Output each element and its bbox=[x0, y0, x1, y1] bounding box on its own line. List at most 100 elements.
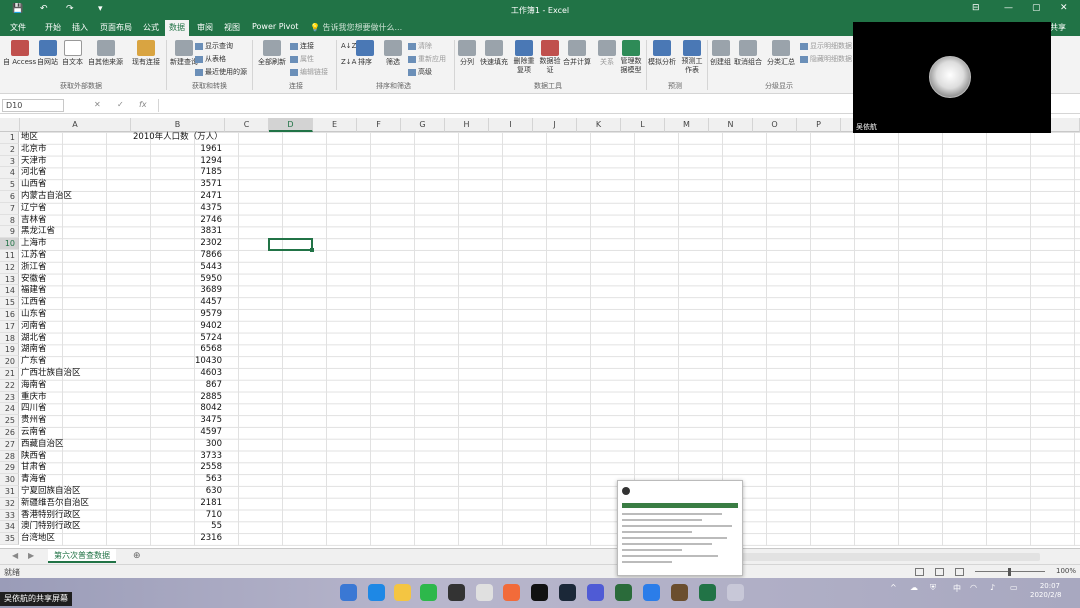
column-header-o[interactable]: O bbox=[753, 118, 797, 132]
start-icon[interactable] bbox=[340, 584, 357, 601]
window-preview-thumbnail[interactable] bbox=[617, 480, 743, 576]
column-header-d[interactable]: D bbox=[269, 118, 313, 132]
row-header[interactable]: 25 bbox=[0, 415, 19, 427]
column-header-h[interactable]: H bbox=[445, 118, 489, 132]
from-web-button[interactable]: 自网站 bbox=[37, 40, 58, 67]
from-access-button[interactable]: 自 Access bbox=[3, 40, 36, 67]
consolidate-button[interactable]: 合并计算 bbox=[563, 40, 591, 67]
column-header-m[interactable]: M bbox=[665, 118, 709, 132]
volume-icon[interactable]: ♪ bbox=[990, 583, 995, 592]
cell-region[interactable]: 山西省 bbox=[21, 179, 47, 191]
cell-population[interactable]: 3571 bbox=[131, 179, 222, 191]
column-header-p[interactable]: P bbox=[797, 118, 841, 132]
cancel-icon[interactable]: ✕ bbox=[94, 100, 101, 109]
column-header-f[interactable]: F bbox=[357, 118, 401, 132]
filter-button[interactable]: 筛选 bbox=[384, 40, 402, 67]
cell-region[interactable]: 河南省 bbox=[21, 321, 47, 333]
cell-population[interactable]: 3689 bbox=[131, 285, 222, 297]
data-validation-button[interactable]: 数据验证 bbox=[538, 40, 562, 75]
row-header[interactable]: 30 bbox=[0, 474, 19, 486]
column-header-e[interactable]: E bbox=[313, 118, 357, 132]
qq-icon[interactable] bbox=[448, 584, 465, 601]
cell-population[interactable]: 8042 bbox=[131, 403, 222, 415]
row-header[interactable]: 9 bbox=[0, 226, 19, 239]
file-explorer-icon[interactable] bbox=[394, 584, 411, 601]
group-button[interactable]: 创建组 bbox=[710, 40, 731, 67]
row-header[interactable]: 11 bbox=[0, 250, 19, 262]
cell-population[interactable]: 4603 bbox=[131, 368, 222, 380]
cell-population[interactable]: 300 bbox=[131, 439, 222, 451]
show-queries-button[interactable]: 显示查询 bbox=[195, 41, 233, 51]
cell-population[interactable]: 5443 bbox=[131, 262, 222, 274]
connections-button[interactable]: 连接 bbox=[290, 41, 314, 51]
cell-population[interactable]: 2302 bbox=[131, 238, 222, 250]
row-header[interactable]: 12 bbox=[0, 261, 19, 274]
properties-button[interactable]: 属性 bbox=[290, 54, 314, 64]
cell-region[interactable]: 内蒙古自治区 bbox=[21, 191, 72, 203]
restore-icon[interactable]: ▢ bbox=[1032, 3, 1041, 13]
row-header[interactable]: 35 bbox=[0, 533, 19, 545]
cell-population[interactable]: 7185 bbox=[131, 167, 222, 179]
relationships-button[interactable]: 关系 bbox=[598, 40, 616, 67]
cell-region[interactable]: 海南省 bbox=[21, 380, 47, 392]
row-header[interactable]: 4 bbox=[0, 167, 19, 180]
sort-za-icon[interactable]: Z↓A bbox=[341, 58, 356, 66]
row-header[interactable]: 14 bbox=[0, 285, 19, 298]
tab-page-layout[interactable]: 页面布局 bbox=[100, 22, 132, 33]
app-icon[interactable] bbox=[587, 584, 604, 601]
column-header-k[interactable]: K bbox=[577, 118, 621, 132]
text-to-columns-button[interactable]: 分列 bbox=[458, 40, 476, 67]
cell-region[interactable]: 新疆维吾尔自治区 bbox=[21, 498, 89, 510]
add-sheet-icon[interactable]: ⊕ bbox=[133, 551, 141, 561]
cell-region[interactable]: 宁夏回族自治区 bbox=[21, 486, 81, 498]
subtotal-button[interactable]: 分类汇总 bbox=[767, 40, 795, 67]
clear-filter-button[interactable]: 清除 bbox=[408, 41, 432, 51]
excel-icon[interactable] bbox=[699, 584, 716, 601]
row-header[interactable]: 3 bbox=[0, 155, 19, 168]
cell-population[interactable]: 7866 bbox=[131, 250, 222, 262]
from-table-button[interactable]: 从表格 bbox=[195, 54, 226, 64]
cell-region[interactable]: 西藏自治区 bbox=[21, 439, 64, 451]
tab-review[interactable]: 审阅 bbox=[197, 22, 213, 33]
cell-region[interactable]: 上海市 bbox=[21, 238, 47, 250]
cell-population[interactable]: 6568 bbox=[131, 344, 222, 356]
cell-population[interactable]: 3475 bbox=[131, 415, 222, 427]
column-header-n[interactable]: N bbox=[709, 118, 753, 132]
cell-population[interactable]: 4457 bbox=[131, 297, 222, 309]
cell-region[interactable]: 云南省 bbox=[21, 427, 47, 439]
wifi-icon[interactable]: ◠ bbox=[970, 583, 977, 592]
from-text-button[interactable]: 自文本 bbox=[62, 40, 83, 67]
cell-region[interactable]: 江苏省 bbox=[21, 250, 47, 262]
app-icon[interactable] bbox=[476, 584, 493, 601]
enter-icon[interactable]: ✓ bbox=[117, 100, 124, 109]
tab-data[interactable]: 数据 bbox=[165, 20, 189, 36]
edit-links-button[interactable]: 编辑链接 bbox=[290, 67, 328, 77]
pycharm-icon[interactable] bbox=[615, 584, 632, 601]
cell-population[interactable]: 10430 bbox=[131, 356, 222, 368]
cell-population[interactable]: 2558 bbox=[131, 462, 222, 474]
cell-region[interactable]: 浙江省 bbox=[21, 262, 47, 274]
steam-icon[interactable] bbox=[559, 584, 576, 601]
column-header-g[interactable]: G bbox=[401, 118, 445, 132]
cell-population[interactable]: 1961 bbox=[131, 144, 222, 156]
row-header[interactable]: 5 bbox=[0, 179, 19, 191]
next-sheet-icon[interactable]: ▶ bbox=[28, 551, 34, 560]
advanced-filter-button[interactable]: 高级 bbox=[408, 67, 432, 77]
cell-region[interactable]: 重庆市 bbox=[21, 392, 47, 404]
tab-insert[interactable]: 插入 bbox=[72, 22, 88, 33]
app-icon[interactable] bbox=[503, 584, 520, 601]
row-header[interactable]: 19 bbox=[0, 344, 19, 357]
row-header[interactable]: 8 bbox=[0, 214, 19, 227]
column-header-c[interactable]: C bbox=[225, 118, 269, 132]
cell-region[interactable]: 福建省 bbox=[21, 285, 47, 297]
share-button[interactable]: 共享 bbox=[1050, 22, 1066, 33]
row-header[interactable]: 32 bbox=[0, 497, 19, 510]
row-header[interactable]: 18 bbox=[0, 332, 19, 345]
cell-region[interactable]: 广西壮族自治区 bbox=[21, 368, 81, 380]
tab-view[interactable]: 视图 bbox=[224, 22, 240, 33]
row-header[interactable]: 2 bbox=[0, 143, 19, 156]
row-header[interactable]: 21 bbox=[0, 368, 19, 380]
cell-region[interactable]: 辽宁省 bbox=[21, 203, 47, 215]
cell-region[interactable]: 北京市 bbox=[21, 144, 47, 156]
recent-sources-button[interactable]: 最近使用的源 bbox=[195, 67, 247, 77]
